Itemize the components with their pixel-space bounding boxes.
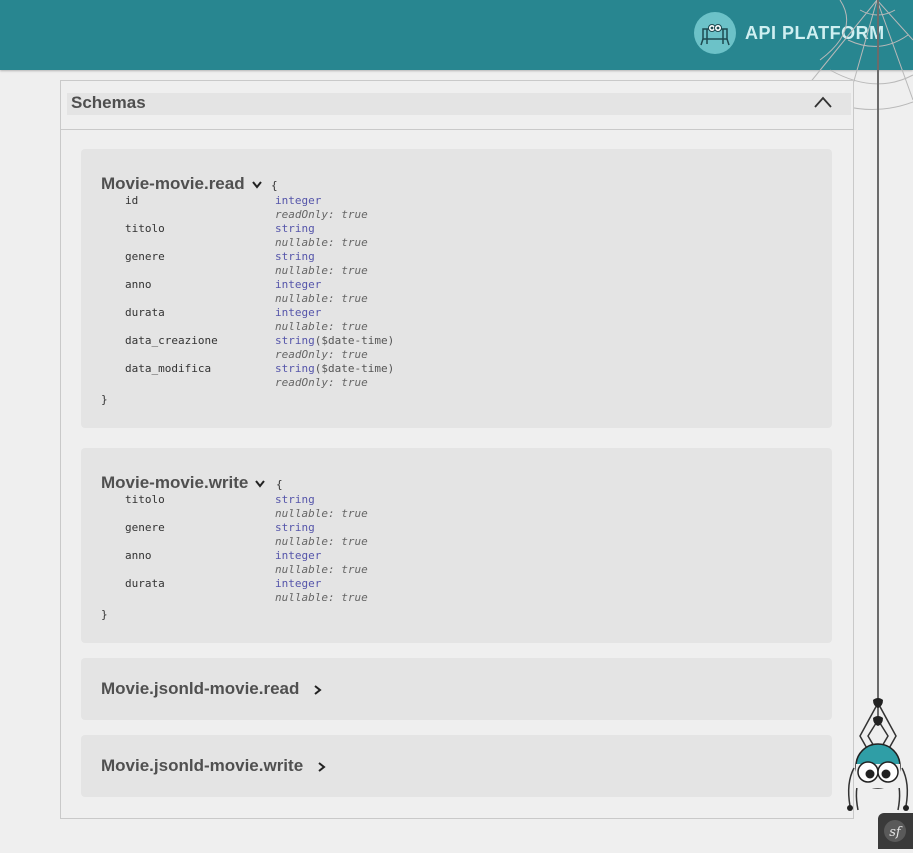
model-jsonld-movie-read[interactable]: Movie.jsonld-movie.read bbox=[81, 658, 832, 720]
extra-key: nullable: bbox=[275, 563, 335, 576]
property-extra: nullable: true bbox=[275, 591, 368, 604]
property-name: anno bbox=[125, 549, 152, 562]
extra-val: true bbox=[341, 348, 368, 361]
extra-val: true bbox=[341, 292, 368, 305]
extra-val: true bbox=[341, 507, 368, 520]
extra-val: true bbox=[341, 264, 368, 277]
property-type: integer bbox=[275, 549, 322, 562]
property-type: string($date-time) bbox=[275, 334, 394, 347]
extra-key: nullable: bbox=[275, 535, 335, 548]
extra-val: true bbox=[341, 591, 368, 604]
spider-logo-icon bbox=[694, 12, 736, 54]
property-type: integer bbox=[275, 577, 322, 590]
property-name: titolo bbox=[125, 222, 165, 235]
property-type: integer bbox=[275, 306, 322, 319]
type-name: string bbox=[275, 362, 315, 375]
close-brace: } bbox=[101, 393, 108, 406]
property-type: string($date-time) bbox=[275, 362, 394, 375]
extra-key: nullable: bbox=[275, 264, 335, 277]
property-name: id bbox=[125, 194, 139, 207]
property-extra: nullable: true bbox=[275, 507, 368, 520]
property-extra: nullable: true bbox=[275, 320, 368, 333]
model-title[interactable]: Movie.jsonld-movie.write bbox=[101, 756, 326, 776]
extra-val: true bbox=[341, 563, 368, 576]
property-name: durata bbox=[125, 306, 165, 319]
header-bar bbox=[67, 93, 851, 115]
schemas-header[interactable]: Schemas bbox=[61, 81, 853, 130]
model-name: Movie-movie.read bbox=[101, 174, 245, 193]
extra-key: readOnly: bbox=[275, 376, 335, 389]
extra-key: nullable: bbox=[275, 320, 335, 333]
model-movie-read: Movie-movie.read { id integer readOnly: … bbox=[81, 149, 832, 428]
property-type: integer bbox=[275, 278, 322, 291]
model-title[interactable]: Movie-movie.write bbox=[101, 473, 266, 493]
property-name: data_modifica bbox=[125, 362, 212, 375]
extra-val: true bbox=[341, 236, 368, 249]
property-name: data_creazione bbox=[125, 334, 218, 347]
model-jsonld-movie-write[interactable]: Movie.jsonld-movie.write bbox=[81, 735, 832, 797]
extra-val: true bbox=[341, 208, 368, 221]
property-name: durata bbox=[125, 577, 165, 590]
extra-val: true bbox=[341, 376, 368, 389]
property-extra: nullable: true bbox=[275, 292, 368, 305]
model-name: Movie-movie.write bbox=[101, 473, 249, 492]
schemas-section: Schemas Movie-movie.read { id integer re… bbox=[60, 80, 854, 819]
symfony-icon[interactable]: sf bbox=[878, 813, 913, 849]
property-name: titolo bbox=[125, 493, 165, 506]
extra-key: nullable: bbox=[275, 591, 335, 604]
model-title[interactable]: Movie-movie.read bbox=[101, 174, 263, 194]
property-type: string bbox=[275, 521, 315, 534]
chevron-down-icon[interactable] bbox=[254, 479, 266, 488]
section-title: Schemas bbox=[71, 93, 146, 112]
property-type: string bbox=[275, 493, 315, 506]
extra-key: readOnly: bbox=[275, 208, 335, 221]
model-title[interactable]: Movie.jsonld-movie.read bbox=[101, 679, 322, 699]
model-name: Movie.jsonld-movie.read bbox=[101, 679, 300, 698]
property-extra: nullable: true bbox=[275, 264, 368, 277]
type-format: ($date-time) bbox=[314, 362, 395, 375]
property-name: genere bbox=[125, 250, 165, 263]
chevron-right-icon[interactable] bbox=[317, 761, 326, 773]
chevron-right-icon[interactable] bbox=[313, 684, 322, 696]
extra-key: readOnly: bbox=[275, 348, 335, 361]
property-type: string bbox=[275, 222, 315, 235]
property-extra: readOnly: true bbox=[275, 208, 368, 221]
open-brace: { bbox=[276, 478, 283, 491]
close-brace: } bbox=[101, 608, 108, 621]
model-name: Movie.jsonld-movie.write bbox=[101, 756, 304, 775]
extra-key: nullable: bbox=[275, 236, 335, 249]
property-type: integer bbox=[275, 194, 322, 207]
property-extra: readOnly: true bbox=[275, 376, 368, 389]
property-extra: nullable: true bbox=[275, 236, 368, 249]
model-movie-write: Movie-movie.write { titolo string nullab… bbox=[81, 448, 832, 643]
property-extra: readOnly: true bbox=[275, 348, 368, 361]
spider-thread bbox=[877, 0, 879, 720]
property-extra: nullable: true bbox=[275, 535, 368, 548]
type-name: string bbox=[275, 334, 315, 347]
extra-val: true bbox=[341, 535, 368, 548]
extra-key: nullable: bbox=[275, 507, 335, 520]
property-extra: nullable: true bbox=[275, 563, 368, 576]
property-type: string bbox=[275, 250, 315, 263]
chevron-down-icon[interactable] bbox=[251, 180, 263, 189]
open-brace: { bbox=[271, 179, 278, 192]
spider-mascot-icon bbox=[847, 698, 909, 811]
extra-key: nullable: bbox=[275, 292, 335, 305]
property-name: genere bbox=[125, 521, 165, 534]
type-format: ($date-time) bbox=[314, 334, 395, 347]
chevron-up-icon[interactable] bbox=[813, 95, 833, 109]
extra-val: true bbox=[341, 320, 368, 333]
property-name: anno bbox=[125, 278, 152, 291]
